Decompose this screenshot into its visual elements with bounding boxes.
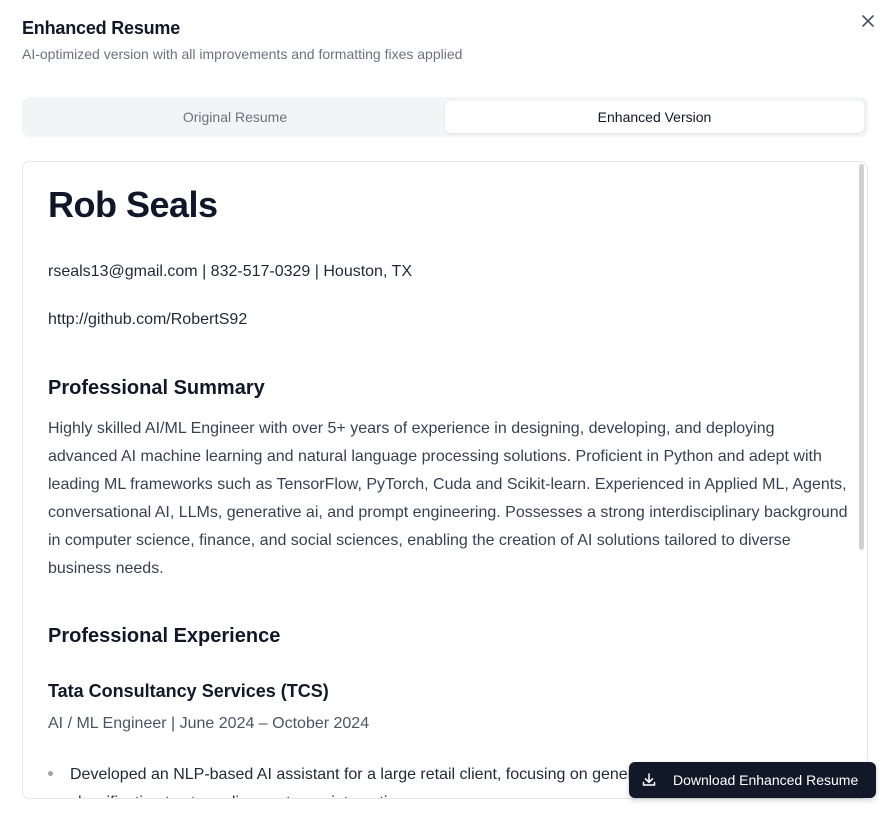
bullet-dot-icon (48, 771, 53, 776)
enhanced-resume-dialog: Enhanced Resume AI-optimized version wit… (0, 0, 894, 814)
tab-enhanced-version[interactable]: Enhanced Version (445, 101, 864, 133)
resume-preview-panel[interactable]: Rob Seals rseals13@gmail.com | 832-517-0… (22, 161, 868, 799)
download-button-label: Download Enhanced Resume (673, 772, 859, 788)
experience-role: AI / ML Engineer | June 2024 – October 2… (48, 715, 370, 732)
dialog-subtitle: AI-optimized version with all improvemen… (22, 46, 463, 62)
experience-company: Tata Consultancy Services (TCS) (48, 681, 329, 701)
resume-github-link: http://github.com/RobertS92 (48, 311, 248, 328)
download-enhanced-resume-button[interactable]: Download Enhanced Resume (629, 762, 876, 798)
resume-contact: rseals13@gmail.com | 832-517-0329 | Hous… (48, 263, 412, 280)
summary-heading: Professional Summary (48, 377, 265, 399)
download-icon (641, 772, 657, 788)
scrollbar[interactable] (858, 162, 866, 798)
tab-original-resume[interactable]: Original Resume (26, 101, 444, 133)
close-icon (862, 15, 874, 27)
scrollbar-thumb[interactable] (859, 164, 864, 550)
experience-heading: Professional Experience (48, 625, 281, 647)
tab-list: Original Resume Enhanced Version (22, 97, 868, 137)
summary-text: Highly skilled AI/ML Engineer with over … (48, 420, 848, 577)
dialog-title: Enhanced Resume (22, 18, 181, 38)
close-button[interactable] (858, 11, 878, 31)
resume-name: Rob Seals (48, 184, 218, 225)
